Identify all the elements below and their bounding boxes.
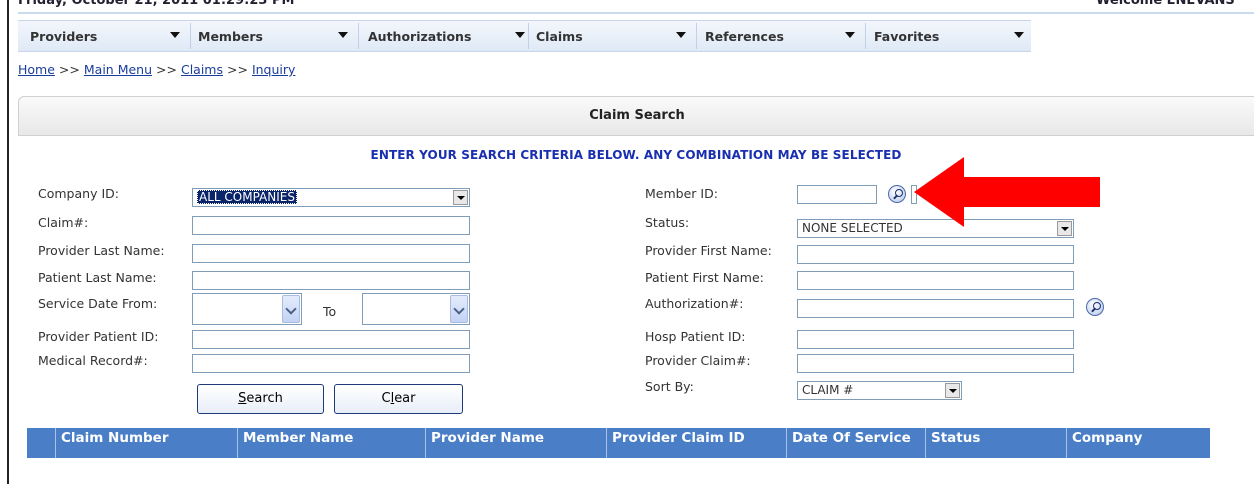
clear-button[interactable]: Clear [334,384,463,414]
company-id-selected-value: ALL COMPANIES [197,190,297,204]
provider-last-name-label: Provider Last Name: [38,243,165,258]
top-status-strip: Friday, October 21, 2011 01:29:23 PM Wel… [0,0,1254,14]
chevron-down-icon [676,32,686,38]
member-lookup-icon[interactable] [888,185,906,203]
column-status[interactable]: Status [925,428,1066,458]
nav-references-label: References [705,29,784,44]
red-arrow-annotation [914,157,1100,227]
provider-claim-input[interactable] [797,354,1074,373]
nav-divider [358,23,359,49]
status-label: Status: [645,215,690,230]
nav-members-label: Members [198,29,263,44]
top-divider [18,12,1254,14]
patient-last-name-input[interactable] [192,271,470,290]
provider-patient-id-label: Provider Patient ID: [38,329,159,344]
breadcrumb: Home >> Main Menu >> Claims >> Inquiry [18,62,295,77]
breadcrumb-main-menu[interactable]: Main Menu [84,62,152,77]
window-frame-left [7,0,9,484]
column-member-name[interactable]: Member Name [237,428,425,458]
service-date-to-label: To [323,304,337,319]
patient-first-name-label: Patient First Name: [645,270,764,285]
clear-button-label-end: ear [394,391,416,406]
nav-claims-label: Claims [536,29,583,44]
company-id-select[interactable]: ALL COMPANIES [192,188,470,207]
table-header-row-selector [27,428,55,458]
provider-first-name-input[interactable] [797,245,1074,264]
status-selected-value: NONE SELECTED [802,221,903,235]
nav-authorizations[interactable]: Authorizations [368,21,528,51]
column-provider-claim-id[interactable]: Provider Claim ID [606,428,786,458]
provider-patient-id-input[interactable] [192,330,470,349]
breadcrumb-separator: >> [58,62,80,77]
authorization-input[interactable] [797,299,1074,318]
patient-last-name-label: Patient Last Name: [38,270,157,285]
sort-by-selected-value: CLAIM # [802,383,854,397]
nav-references[interactable]: References [705,21,865,51]
patient-first-name-input[interactable] [797,271,1074,290]
breadcrumb-claims[interactable]: Claims [181,62,223,77]
nav-favorites-label: Favorites [874,29,940,44]
authorization-lookup-icon[interactable] [1086,298,1104,316]
member-id-input[interactable] [797,185,877,204]
main-navigation: Providers Members Authorizations Claims … [18,20,1031,52]
welcome-message: Welcome ENEVANS [1096,0,1235,8]
company-id-label: Company ID: [38,186,119,201]
chevron-down-icon[interactable] [945,383,960,398]
claim-search-panel-header: Claim Search [18,96,1254,136]
nav-divider [190,23,191,49]
arrow-shape [914,157,1100,227]
chevron-down-icon [170,32,180,38]
breadcrumb-inquiry[interactable]: Inquiry [252,62,295,77]
results-table-header: Claim Number Member Name Provider Name P… [27,428,1210,458]
nav-providers-label: Providers [30,29,98,44]
authorization-label: Authorization#: [645,296,744,311]
breadcrumb-home[interactable]: Home [18,62,55,77]
current-date: Friday, October 21, 2011 01:29:23 PM [18,0,295,8]
nav-providers[interactable]: Providers [30,21,190,51]
column-claim-number[interactable]: Claim Number [55,428,237,458]
nav-divider [865,23,866,49]
column-company[interactable]: Company [1066,428,1210,458]
medical-record-input[interactable] [192,354,470,373]
chevron-down-icon[interactable] [453,190,468,205]
chevron-down-icon [845,32,855,38]
service-date-from-select[interactable] [192,293,302,325]
nav-members[interactable]: Members [198,21,358,51]
claim-number-input[interactable] [192,216,470,235]
column-date-of-service[interactable]: Date Of Service [786,428,925,458]
chevron-down-icon[interactable] [450,295,468,323]
nav-authorizations-label: Authorizations [368,29,472,44]
nav-divider [528,23,529,49]
claim-number-label: Claim#: [38,215,89,230]
search-button-label: earch [246,391,283,406]
breadcrumb-separator: >> [156,62,177,77]
breadcrumb-separator: >> [227,62,248,77]
panel-title: Claim Search [589,108,685,123]
column-provider-name[interactable]: Provider Name [425,428,606,458]
provider-first-name-label: Provider First Name: [645,243,772,258]
hosp-patient-id-input[interactable] [797,330,1074,349]
chevron-down-icon [515,32,525,38]
clear-button-label-start: C [381,391,391,406]
sort-by-select[interactable]: CLAIM # [797,381,962,400]
chevron-down-icon [1014,32,1024,38]
provider-last-name-input[interactable] [192,244,470,263]
member-id-label: Member ID: [645,186,718,201]
provider-claim-label: Provider Claim#: [645,353,751,368]
service-date-from-label: Service Date From: [38,296,158,311]
nav-claims[interactable]: Claims [536,21,696,51]
hosp-patient-id-label: Hosp Patient ID: [645,329,746,344]
search-button[interactable]: Search [197,384,324,414]
medical-record-label: Medical Record#: [38,353,148,368]
chevron-down-icon [338,32,348,38]
nav-divider [696,23,697,49]
service-date-to-select[interactable] [362,293,470,325]
sort-by-label: Sort By: [645,379,694,394]
nav-favorites[interactable]: Favorites [874,21,1034,51]
chevron-down-icon[interactable] [282,295,300,323]
